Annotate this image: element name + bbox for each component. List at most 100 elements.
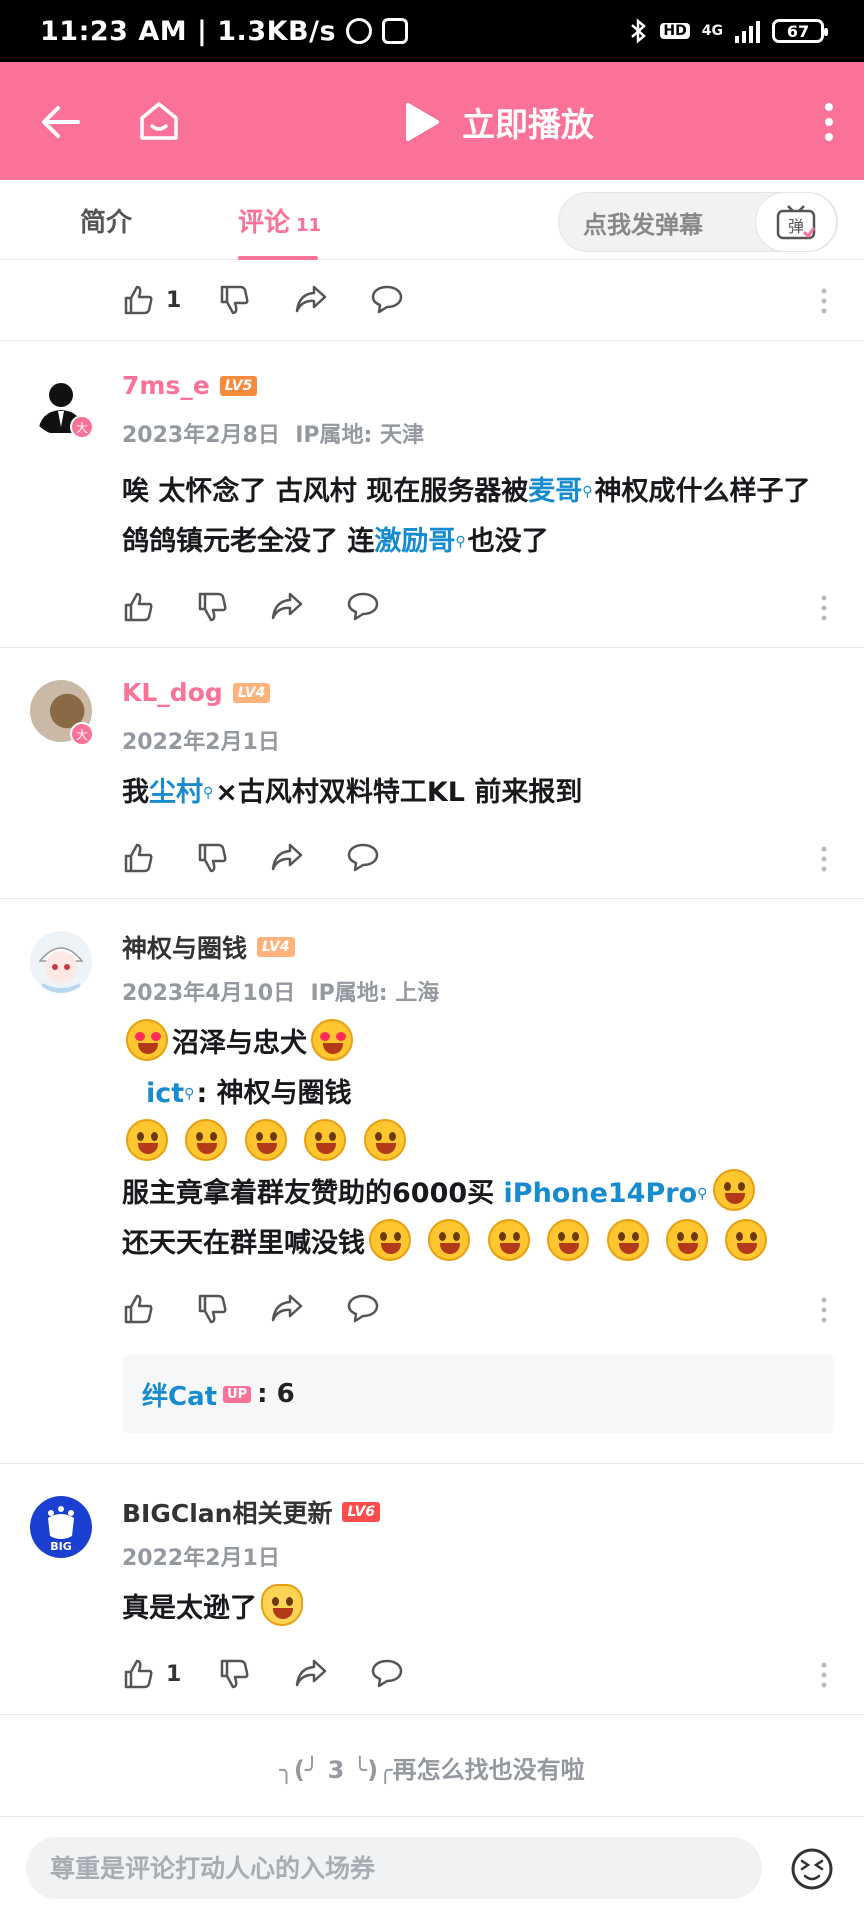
comment-actions: 1: [0, 260, 864, 340]
text-segment: ×古风村双料特工KL 前来报到: [215, 777, 583, 808]
more-options-icon[interactable]: [820, 1662, 828, 1688]
comment-line: ict⚲: 神权与圈钱: [122, 1069, 834, 1119]
reply-button[interactable]: [346, 842, 380, 872]
pleading-emoji: [487, 1219, 530, 1261]
search-icon: ⚲: [582, 484, 593, 500]
vip-badge: 大: [70, 415, 94, 439]
comment-meta: 2023年2月8日 IP属地: 天津: [122, 417, 424, 449]
app-bar: 立即播放: [0, 62, 864, 180]
pleading-emoji: [606, 1219, 649, 1261]
share-icon: [295, 1659, 327, 1687]
like-button[interactable]: [122, 1293, 154, 1325]
anime-avatar-icon: [38, 947, 84, 993]
signal-icon: [735, 19, 760, 43]
search-link[interactable]: 尘村⚲: [149, 777, 215, 808]
comment-input-bar: [0, 1816, 864, 1920]
text-segment: 也没了: [467, 526, 549, 557]
like-button[interactable]: [122, 842, 154, 874]
username-text: BIGClan相关更新: [122, 1499, 333, 1528]
comment-actions: 1: [0, 1634, 864, 1714]
comment-date: 2023年4月10日: [122, 981, 296, 1006]
yum-emoji: [185, 1119, 228, 1161]
reply-button[interactable]: [370, 284, 404, 314]
dislike-button[interactable]: [196, 1293, 228, 1325]
more-options-icon[interactable]: [820, 288, 828, 314]
level-badge: LV6: [342, 1502, 381, 1522]
dislike-button[interactable]: [218, 284, 250, 316]
tab-comments[interactable]: 评论 11: [238, 202, 321, 239]
play-now-button[interactable]: 立即播放: [404, 98, 594, 146]
back-arrow-icon[interactable]: [38, 100, 82, 144]
level-badge: LV5: [219, 375, 258, 396]
end-of-list: ╮(╯ 3 ╰)╭再怎么找也没有啦: [279, 1755, 585, 1784]
like-button[interactable]: 1: [122, 284, 181, 316]
dislike-button[interactable]: [218, 1658, 250, 1690]
comment-line: 沼泽与忠犬: [122, 1019, 834, 1069]
username[interactable]: 神权与圈钱 LV4: [122, 929, 295, 965]
level-badge: LV4: [257, 937, 295, 957]
like-button[interactable]: [122, 591, 154, 623]
thumbs-up-icon: [124, 843, 153, 873]
comment-text: 沼泽与忠犬 ict⚲: 神权与圈钱 服主竟拿着群友赞助的6000买 iPhone…: [122, 1019, 834, 1269]
more-options-icon[interactable]: [820, 1297, 828, 1323]
reply-button[interactable]: [346, 1293, 380, 1323]
username[interactable]: KL_dog LV4: [122, 678, 271, 707]
more-vertical-icon[interactable]: [824, 102, 834, 142]
pleading-emoji: [666, 1219, 709, 1261]
comment-text: 我尘村⚲×古风村双料特工KL 前来报到: [122, 768, 834, 818]
app-notification-icon: [382, 18, 409, 44]
comment-bubble-icon: [347, 843, 379, 872]
search-link[interactable]: iPhone14Pro⚲: [504, 1178, 710, 1209]
text-segment: 服主竟拿着群友赞助的6000买: [122, 1178, 504, 1209]
share-button[interactable]: [294, 1658, 328, 1688]
yum-emoji: [304, 1119, 347, 1161]
comment-line: 还天天在群里喊没钱: [122, 1219, 834, 1269]
search-icon: ⚲: [184, 1086, 195, 1102]
comment-line: [122, 1119, 834, 1169]
emoji-button-icon[interactable]: [790, 1847, 834, 1891]
comment-input[interactable]: [26, 1837, 762, 1899]
share-button[interactable]: [294, 284, 328, 314]
reply-preview[interactable]: 绊Cat UP: 6: [122, 1355, 834, 1433]
reply-username[interactable]: 绊Cat: [142, 1376, 217, 1413]
username-text: 7ms_e: [122, 371, 210, 400]
heart-eyes-emoji: [126, 1019, 168, 1061]
reply-button[interactable]: [370, 1658, 404, 1688]
comment-count: 11: [296, 215, 322, 236]
text-segment: 沼泽与忠犬: [172, 1028, 307, 1059]
search-link[interactable]: 麦哥⚲: [528, 476, 594, 507]
avatar[interactable]: BIG: [30, 1496, 92, 1558]
grin-emoji: [244, 1119, 287, 1161]
username[interactable]: 7ms_e LV5: [122, 371, 258, 400]
share-button[interactable]: [270, 1293, 304, 1323]
link-text: 激励哥: [374, 526, 456, 557]
avatar[interactable]: [30, 931, 92, 993]
like-button[interactable]: 1: [122, 1658, 181, 1690]
tab-intro[interactable]: 简介: [80, 202, 132, 239]
reply-button[interactable]: [346, 591, 380, 621]
share-button[interactable]: [270, 842, 304, 872]
danmaku-toggle-button[interactable]: 弹: [755, 192, 837, 252]
more-options-icon[interactable]: [820, 595, 828, 621]
more-options-icon[interactable]: [820, 846, 828, 872]
comment-meta: 2023年4月10日 IP属地: 上海: [122, 975, 439, 1007]
comment-item: BIG BIGClan相关更新 LV6 2022年2月1日 真是太逊了 1: [0, 1464, 864, 1715]
divider: [0, 1714, 864, 1715]
text-segment: : 神权与圈钱: [196, 1078, 352, 1109]
danmaku-placeholder: 点我发弹幕: [583, 210, 703, 239]
pleading-emoji: [428, 1219, 471, 1261]
search-link[interactable]: 激励哥⚲: [374, 526, 467, 557]
vip-badge: 大: [70, 722, 94, 746]
search-link[interactable]: ict⚲: [146, 1078, 196, 1109]
reply-text: : 6: [257, 1379, 295, 1409]
danmaku-input[interactable]: 点我发弹幕 弹: [558, 192, 838, 252]
username[interactable]: BIGClan相关更新 LV6: [122, 1494, 381, 1530]
dislike-button[interactable]: [196, 842, 228, 874]
home-icon[interactable]: [136, 98, 182, 144]
svg-text:BIG: BIG: [50, 1540, 72, 1553]
thumbs-down-icon: [220, 285, 249, 315]
dislike-button[interactable]: [196, 591, 228, 623]
share-button[interactable]: [270, 591, 304, 621]
heart-eyes-emoji: [311, 1019, 353, 1061]
search-icon: ⚲: [455, 534, 466, 550]
